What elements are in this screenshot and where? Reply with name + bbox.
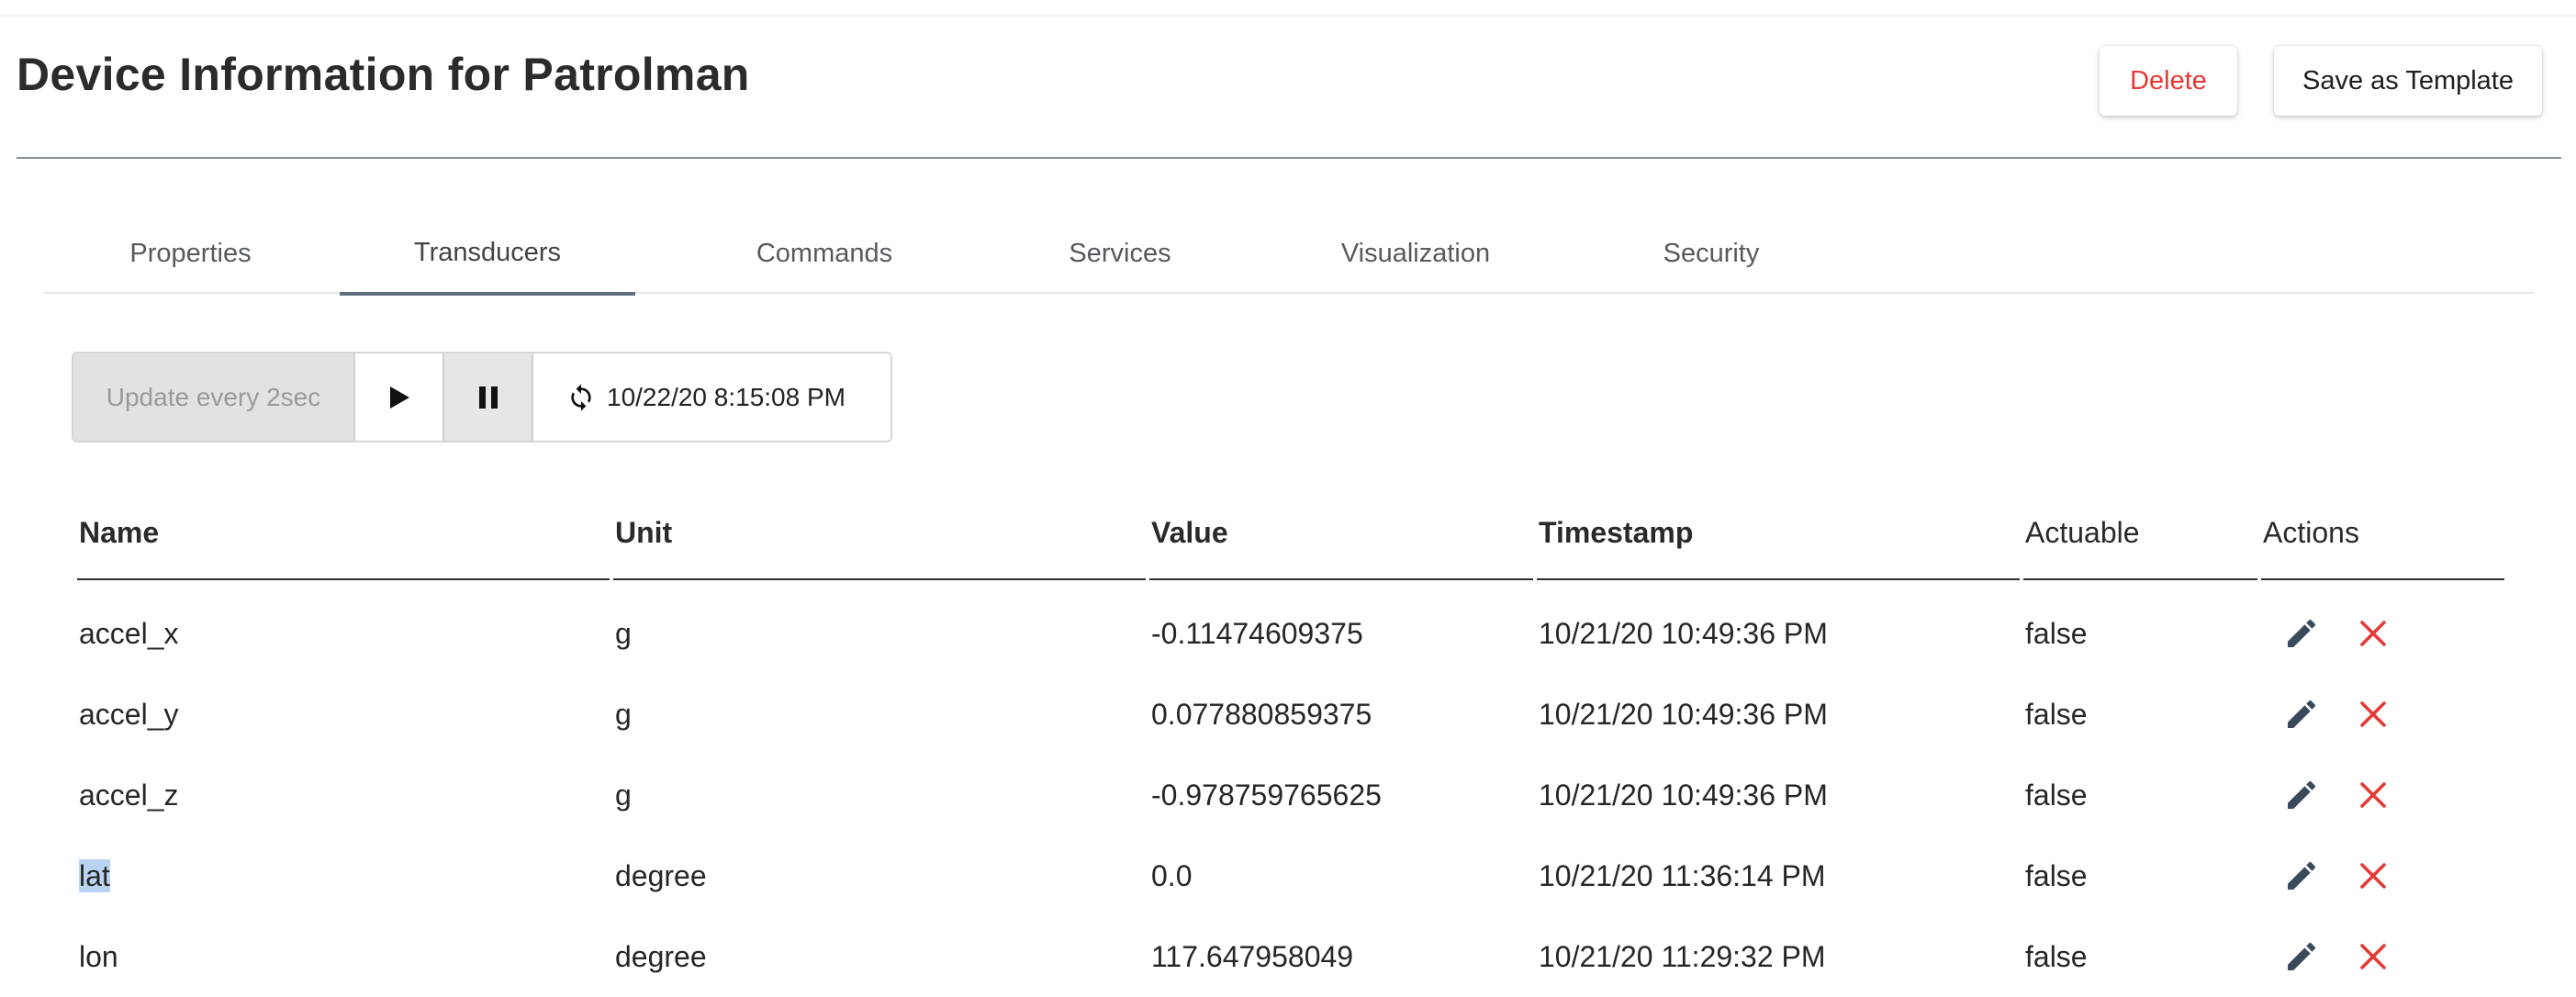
cell-actuable: false — [2025, 616, 2088, 650]
pencil-icon[interactable] — [2281, 856, 2322, 896]
table-row: lat degree 0.0 10/21/20 11:36:14 PM fals… — [77, 835, 2504, 916]
table-row: accel_y g 0.077880859375 10/21/20 10:49:… — [77, 674, 2504, 755]
close-icon[interactable] — [2353, 856, 2393, 896]
last-updated-timestamp: 10/22/20 8:15:08 PM — [607, 382, 846, 411]
column-header-actuable: Actuable — [2023, 487, 2257, 580]
cell-unit: g — [615, 697, 632, 731]
cell-value: 0.0 — [1151, 858, 1193, 892]
refresh-control: Update every 2sec 10/22/20 8:15:08 PM — [72, 352, 892, 442]
cell-actions — [2261, 835, 2504, 916]
cell-name: accel_z — [79, 778, 179, 812]
cell-unit: g — [615, 616, 632, 650]
cell-actions — [2261, 580, 2504, 674]
header-divider — [17, 157, 2561, 159]
refresh-button[interactable]: 10/22/20 8:15:08 PM — [533, 353, 890, 441]
cell-value: -0.978759765625 — [1151, 778, 1382, 812]
update-interval-field[interactable]: Update every 2sec — [73, 353, 355, 441]
tab-visualization[interactable]: Visualization — [1287, 213, 1544, 294]
close-icon[interactable] — [2353, 936, 2393, 977]
cell-name: lat — [77, 835, 610, 916]
tab-bar: Properties Transducers Commands Services… — [44, 213, 2534, 296]
close-icon[interactable] — [2353, 775, 2393, 815]
top-rule — [0, 15, 2576, 17]
selected-text: lat — [79, 858, 110, 892]
cell-value: 0.077880859375 — [1151, 697, 1372, 731]
cell-actuable: false — [2025, 778, 2088, 812]
close-icon[interactable] — [2353, 694, 2393, 734]
pencil-icon[interactable] — [2281, 936, 2322, 977]
pause-button[interactable] — [444, 353, 533, 441]
cell-timestamp: 10/21/20 11:29:32 PM — [1539, 939, 1826, 973]
cell-timestamp: 10/21/20 11:36:14 PM — [1539, 858, 1826, 892]
cell-unit: g — [615, 778, 632, 812]
cell-actions — [2261, 674, 2504, 755]
refresh-icon — [566, 377, 607, 418]
cell-unit: degree — [615, 939, 707, 973]
cell-actuable: false — [2025, 939, 2088, 973]
cell-timestamp: 10/21/20 10:49:36 PM — [1539, 778, 1828, 812]
table-row: accel_x g -0.11474609375 10/21/20 10:49:… — [77, 580, 2504, 674]
tab-transducers[interactable]: Transducers — [340, 213, 635, 296]
save-as-template-button[interactable]: Save as Template — [2274, 46, 2542, 116]
play-button[interactable] — [355, 353, 444, 441]
cell-name: lon — [79, 939, 118, 973]
tab-security[interactable]: Security — [1583, 213, 1840, 294]
cell-actions — [2261, 755, 2504, 835]
column-header-value[interactable]: Value — [1149, 487, 1533, 580]
table-row: accel_z g -0.978759765625 10/21/20 10:49… — [77, 755, 2504, 835]
transducers-table: Name Unit Value Timestamp Actuable Actio… — [73, 487, 2508, 997]
table-row: lon degree 117.647958049 10/21/20 11:29:… — [77, 916, 2504, 997]
pause-icon — [468, 377, 509, 418]
cell-value: -0.11474609375 — [1151, 616, 1363, 650]
pencil-icon[interactable] — [2281, 775, 2322, 815]
table-header-row: Name Unit Value Timestamp Actuable Actio… — [77, 487, 2504, 580]
pencil-icon[interactable] — [2281, 613, 2322, 654]
column-header-unit[interactable]: Unit — [613, 487, 1146, 580]
column-header-name[interactable]: Name — [77, 487, 610, 580]
cell-value: 117.647958049 — [1151, 939, 1354, 973]
pencil-icon[interactable] — [2281, 694, 2322, 734]
cell-actions — [2261, 916, 2504, 997]
tab-services[interactable]: Services — [991, 213, 1249, 294]
cell-actuable: false — [2025, 858, 2088, 892]
play-icon — [379, 377, 420, 418]
page-title: Device Information for Patrolman — [17, 49, 750, 100]
cell-name: accel_x — [79, 616, 179, 650]
tab-commands[interactable]: Commands — [696, 213, 953, 294]
cell-unit: degree — [615, 858, 707, 892]
cell-actuable: false — [2025, 697, 2088, 731]
cell-timestamp: 10/21/20 10:49:36 PM — [1539, 697, 1828, 731]
delete-button[interactable]: Delete — [2100, 46, 2237, 116]
cell-name: accel_y — [79, 697, 179, 731]
tab-properties[interactable]: Properties — [101, 213, 280, 294]
close-icon[interactable] — [2353, 613, 2393, 654]
column-header-timestamp[interactable]: Timestamp — [1537, 487, 2020, 580]
column-header-actions: Actions — [2261, 487, 2504, 580]
cell-timestamp: 10/21/20 10:49:36 PM — [1539, 616, 1828, 650]
